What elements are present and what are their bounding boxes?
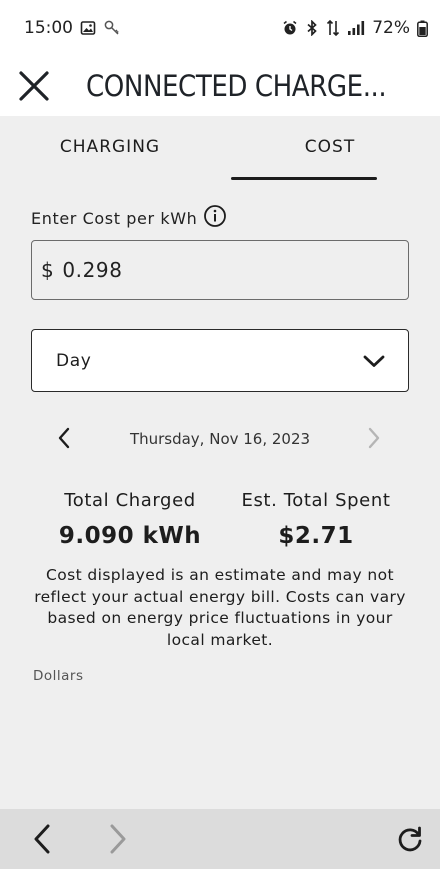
- reload-icon: [398, 826, 422, 852]
- forward-arrow-icon: [110, 824, 126, 854]
- cost-per-kwh-input[interactable]: $ 0.298: [31, 240, 409, 300]
- app-header: CONNECTED CHARGE...: [0, 56, 440, 116]
- close-icon: [19, 71, 49, 101]
- chevron-right-icon: [368, 427, 380, 449]
- date-navigation: Thursday, Nov 16, 2023: [0, 420, 440, 460]
- currency-symbol: $: [41, 258, 55, 282]
- cost-per-kwh-label: Enter Cost per kWh: [31, 208, 198, 228]
- status-right: 72%: [282, 18, 428, 38]
- tab-active-indicator: [231, 177, 377, 180]
- browser-back-button[interactable]: [28, 821, 56, 857]
- cost-per-kwh-label-row: Enter Cost per kWh: [31, 204, 227, 232]
- key-icon: [103, 19, 121, 37]
- status-bar: 15:00 72%: [0, 0, 440, 56]
- chevron-down-icon: [363, 355, 385, 367]
- cost-disclaimer: Cost displayed is an estimate and may no…: [34, 566, 406, 649]
- browser-reload-button[interactable]: [392, 821, 428, 857]
- gallery-icon: [80, 20, 96, 36]
- browser-navigation-bar: [0, 809, 440, 869]
- total-charged-block: Total Charged 9.090 kWh: [40, 490, 220, 549]
- chevron-left-icon: [58, 427, 70, 449]
- period-dropdown[interactable]: Day: [31, 329, 409, 392]
- tab-charging[interactable]: CHARGING: [0, 116, 220, 182]
- alarm-icon: [282, 20, 298, 36]
- back-arrow-icon: [34, 824, 50, 854]
- bluetooth-icon: [305, 20, 319, 36]
- chart-axis-label: Dollars: [33, 668, 84, 684]
- tab-charging-label: CHARGING: [59, 137, 161, 157]
- cost-per-kwh-value: 0.298: [62, 258, 123, 282]
- battery-percent: 72%: [372, 18, 410, 38]
- battery-icon: [417, 20, 428, 37]
- info-icon[interactable]: [203, 204, 227, 232]
- previous-date-button[interactable]: [52, 424, 76, 452]
- period-selected-value: Day: [56, 350, 92, 371]
- next-date-button[interactable]: [362, 424, 386, 452]
- signal-icon: [347, 20, 365, 36]
- est-total-spent-block: Est. Total Spent $2.71: [226, 490, 406, 549]
- status-time: 15:00: [24, 18, 73, 38]
- tab-cost-label: COST: [304, 137, 356, 157]
- status-left: 15:00: [24, 18, 121, 38]
- data-transfer-icon: [326, 19, 340, 37]
- total-charged-value: 9.090 kWh: [58, 523, 202, 549]
- page-title: CONNECTED CHARGE...: [86, 69, 387, 103]
- close-button[interactable]: [16, 68, 52, 104]
- est-total-spent-value: $2.71: [278, 523, 354, 549]
- tab-cost[interactable]: COST: [220, 116, 440, 182]
- est-total-spent-label: Est. Total Spent: [241, 490, 391, 511]
- browser-forward-button[interactable]: [104, 821, 132, 857]
- total-charged-label: Total Charged: [64, 490, 196, 511]
- tab-bar: CHARGING COST: [0, 116, 440, 182]
